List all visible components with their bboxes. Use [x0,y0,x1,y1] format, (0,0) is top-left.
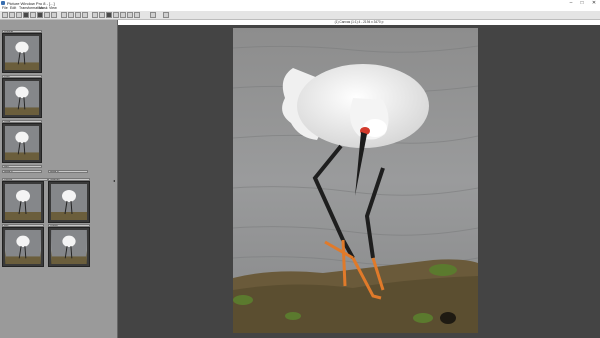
thumbnail-image [5,81,39,115]
help-icon[interactable] [163,12,169,18]
toolbar [0,11,600,20]
transform-tree-panel: Original Crop Tonal Add Mask A Mask B Cu… [0,20,117,338]
thumbnail-crop[interactable] [2,78,42,118]
view-icon[interactable] [82,12,88,18]
thumbnail-curves[interactable] [2,181,44,223]
copy-icon[interactable] [30,12,36,18]
fullscreen-icon[interactable] [134,12,140,18]
thumbnail-image [5,184,41,220]
thumbnail-sharpen[interactable] [48,181,90,223]
thumbnail-image [5,36,39,70]
thumbnail-original[interactable] [2,33,42,73]
thumbnail-image [5,126,39,160]
thumbnail-image [51,230,87,264]
redo-icon[interactable] [51,12,57,18]
thumbnail-output[interactable] [48,227,90,267]
cascade-icon[interactable] [127,12,133,18]
undo-icon[interactable] [44,12,50,18]
info-icon[interactable] [113,12,119,18]
egret-photo [233,28,478,333]
panel-header-mask-b[interactable]: Mask B [48,170,88,173]
zoom-in-icon[interactable] [61,12,67,18]
thumbnail-image [51,184,87,220]
grid-icon[interactable] [92,12,98,18]
open-icon[interactable] [2,12,8,18]
zoom-out-icon[interactable] [68,12,74,18]
histogram-icon[interactable] [106,12,112,18]
panel-header-mask-a[interactable]: Mask A [2,170,42,173]
cut-icon[interactable] [23,12,29,18]
window-title: Picture Window Pro 8 - [...] [7,0,55,6]
panel-header-add[interactable]: Add [2,165,42,168]
main-image[interactable] [233,28,478,333]
image-info-bar: (1) Canvas (1:1) 4 - 2194 x 3470 p [118,20,600,25]
settings-icon[interactable] [150,12,156,18]
fit-icon[interactable] [75,12,81,18]
print-icon[interactable] [16,12,22,18]
thumbnail-blur[interactable] [2,227,44,267]
thumbnail-tonal[interactable] [2,123,42,163]
save-icon[interactable] [9,12,15,18]
tile-icon[interactable] [120,12,126,18]
paste-icon[interactable] [37,12,43,18]
collapse-arrow-icon[interactable]: ◂ [113,178,115,183]
compare-icon[interactable] [99,12,105,18]
app-icon [1,1,5,5]
thumbnail-image [5,230,41,264]
